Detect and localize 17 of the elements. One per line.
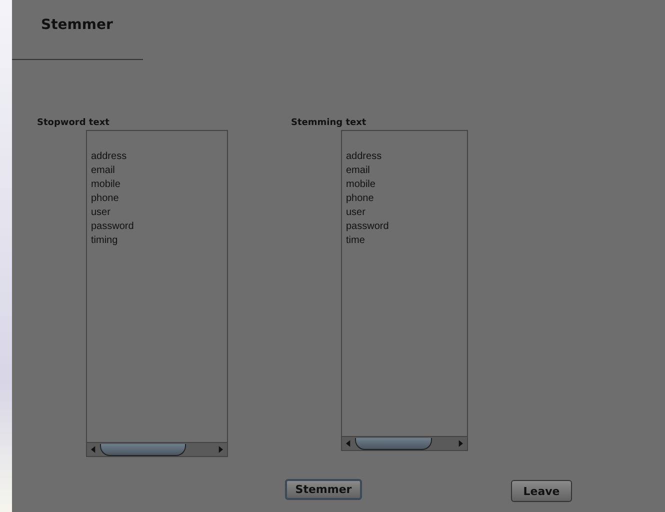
text-area[interactable]: address email mobile phone user password timing: [86, 130, 228, 457]
text-content: address email mobile phone user password timing: [91, 150, 134, 248]
scroll-thumb[interactable]: [355, 438, 432, 450]
left-arrow-icon[interactable]: [346, 440, 351, 447]
right-arrow-icon[interactable]: [458, 440, 463, 447]
list-label: Stemming text: [291, 118, 366, 129]
right-arrow-icon[interactable]: [218, 446, 223, 453]
text-area[interactable]: address email mobile phone user password time: [341, 130, 468, 451]
action-button[interactable]: Leave: [511, 480, 572, 502]
horizontal-scrollbar[interactable]: [87, 442, 227, 456]
action-button[interactable]: Stemmer: [285, 479, 362, 500]
text-content: address email mobile phone user password time: [346, 150, 389, 248]
window-title: Stemmer: [41, 16, 113, 34]
left-arrow-icon[interactable]: [91, 446, 96, 453]
list-label: Stopword text: [37, 118, 110, 129]
horizontal-scrollbar[interactable]: [342, 436, 467, 450]
scroll-thumb[interactable]: [100, 444, 186, 456]
